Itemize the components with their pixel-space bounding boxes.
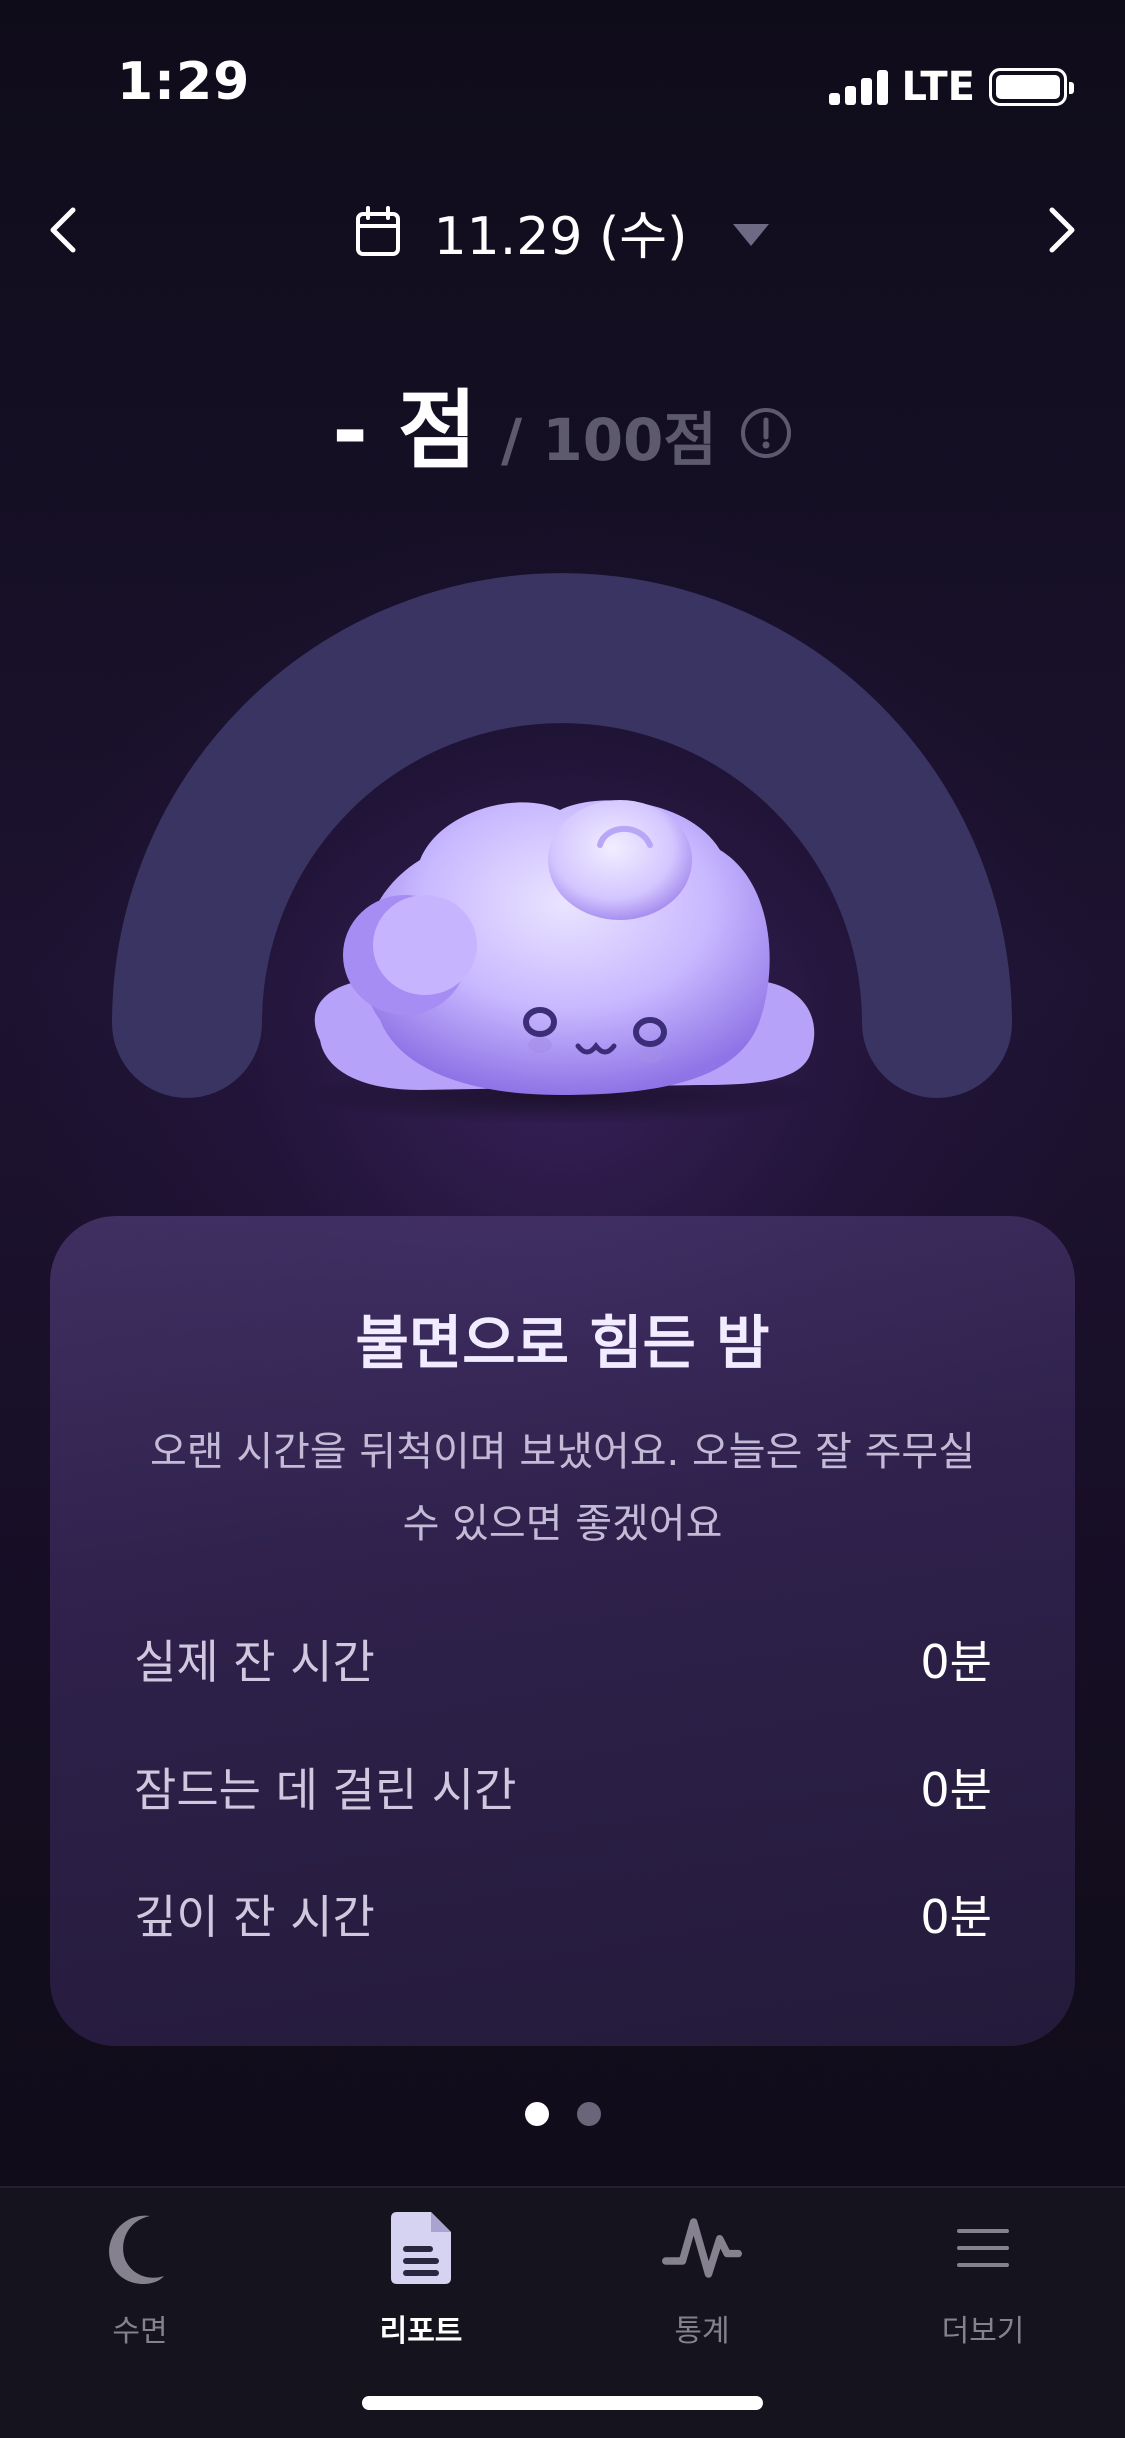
score-max: / 100점: [500, 406, 717, 474]
tab-more[interactable]: 더보기: [883, 2208, 1083, 2368]
sleep-summary-card: 불면으로 힘든 밤 오랜 시간을 뒤척이며 보냈어요. 오늘은 잘 주무실 수 …: [50, 1216, 1075, 2046]
tab-statistics[interactable]: 통계: [602, 2208, 802, 2368]
stat-row-actual-sleep: 실제 잔 시간 0분: [134, 1626, 992, 1692]
sleep-type-title: 불면으로 힘든 밤: [355, 1309, 770, 1377]
sleep-mascot: [302, 800, 822, 1125]
chevron-right-icon: [1049, 207, 1075, 253]
stat-label: 깊이 잔 시간: [134, 1890, 375, 1944]
sleep-type-description: 오랜 시간을 뒤척이며 보냈어요. 오늘은 잘 주무실 수 있으면 좋겠어요: [150, 1429, 976, 1547]
stat-label: 실제 잔 시간: [134, 1635, 375, 1689]
tab-label: 리포트: [379, 2314, 463, 2349]
selected-date: 11.29 (수): [433, 207, 688, 267]
status-time: 1:29: [117, 52, 251, 112]
next-day-button[interactable]: [1030, 200, 1090, 260]
tab-label: 수면: [112, 2314, 168, 2349]
score-value: - 점: [332, 381, 477, 481]
tab-label: 통계: [674, 2314, 730, 2349]
status-indicators: LTE: [828, 64, 1074, 110]
pulse-icon: [662, 2208, 742, 2288]
moon-icon: [100, 2208, 180, 2288]
battery-icon: [989, 68, 1074, 106]
stat-value: 0분: [920, 1763, 992, 1817]
tab-label: 더보기: [941, 2314, 1025, 2349]
tab-report[interactable]: 리포트: [321, 2208, 521, 2368]
status-bar: 1:29 LTE: [0, 0, 1125, 170]
battery-level: [996, 75, 1060, 99]
network-type: LTE: [901, 64, 975, 110]
page-dot-2[interactable]: [576, 2102, 601, 2126]
calendar-icon: [355, 205, 400, 256]
info-icon[interactable]: [739, 406, 793, 460]
sleep-score: - 점 / 100점: [0, 360, 1125, 485]
page-dot-1[interactable]: [524, 2102, 549, 2126]
stat-label: 잠드는 데 걸린 시간: [134, 1763, 517, 1817]
home-indicator[interactable]: [362, 2396, 763, 2410]
stat-value: 0분: [920, 1635, 992, 1689]
caret-down-icon: [733, 223, 770, 246]
score-gauge: [112, 573, 1012, 1125]
tab-sleep[interactable]: 수면: [40, 2208, 240, 2368]
stat-row-sleep-latency: 잠드는 데 걸린 시간 0분: [134, 1754, 992, 1820]
signal-strength-icon: [828, 69, 888, 105]
stat-row-deep-sleep: 깊이 잔 시간 0분: [134, 1881, 992, 1947]
document-icon: [381, 2208, 461, 2288]
stat-value: 0분: [920, 1890, 992, 1944]
date-selector[interactable]: 11.29 (수): [0, 194, 1125, 269]
page-indicator: [0, 2102, 1125, 2126]
menu-icon: [943, 2208, 1023, 2288]
